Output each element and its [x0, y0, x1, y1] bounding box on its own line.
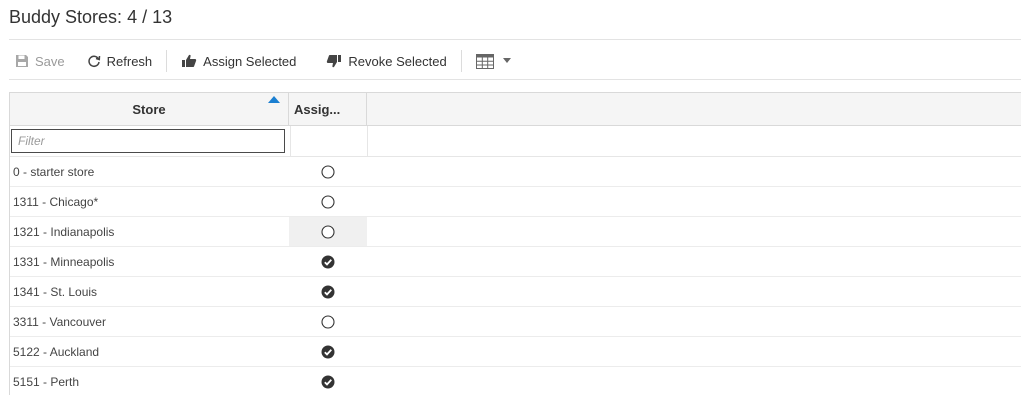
empty-circle-icon [321, 224, 335, 239]
caret-down-icon [502, 58, 511, 63]
refresh-button[interactable]: Refresh [81, 48, 159, 74]
store-filter-input[interactable] [11, 129, 285, 153]
table-row[interactable]: 1311 - Chicago* [10, 187, 1021, 217]
store-name-cell: 1321 - Indianapolis [13, 224, 115, 239]
assigned-toggle-cell[interactable] [289, 157, 367, 186]
store-name-cell: 1311 - Chicago* [13, 194, 99, 209]
column-header-store[interactable]: Store [10, 93, 289, 125]
assign-selected-button[interactable]: Assign Selected [175, 48, 302, 74]
filter-row [10, 126, 1021, 157]
table-row[interactable]: 5122 - Auckland [10, 337, 1021, 367]
check-circle-icon [321, 255, 335, 268]
grid-body: 0 - starter store 1311 - Chicago* 1321 - I… [10, 157, 1021, 395]
refresh-label: Refresh [106, 53, 153, 69]
column-header-assigned-label: Assig... [294, 101, 341, 117]
store-filter-cell [10, 126, 290, 156]
column-header-assigned[interactable]: Assig... [289, 93, 367, 125]
check-circle-icon [321, 375, 335, 388]
assigned-toggle-cell[interactable] [289, 217, 367, 246]
table-row[interactable]: 5151 - Perth [10, 367, 1021, 395]
store-grid: Store Assig... 0 - starter store 1311 - C… [9, 92, 1021, 395]
assigned-filter-cell [290, 126, 368, 156]
store-name-cell: 0 - starter store [13, 164, 95, 179]
table-row[interactable]: 1321 - Indianapolis [10, 217, 1021, 247]
column-header-store-label: Store [132, 101, 166, 117]
store-name-cell: 5151 - Perth [13, 374, 80, 389]
assigned-toggle-cell[interactable] [289, 247, 367, 276]
page-title: Buddy Stores: 4 / 13 [9, 7, 173, 27]
assigned-toggle-cell[interactable] [289, 277, 367, 306]
empty-circle-icon [321, 194, 335, 209]
check-circle-icon [321, 285, 335, 298]
empty-circle-icon [321, 314, 335, 329]
toolbar-divider [9, 79, 1021, 80]
table-row[interactable]: 3311 - Vancouver [10, 307, 1021, 337]
save-button[interactable]: Save [9, 48, 71, 74]
table-row[interactable]: 1331 - Minneapolis [10, 247, 1021, 277]
table-row[interactable]: 0 - starter store [10, 157, 1021, 187]
toolbar-separator [460, 50, 462, 72]
assigned-toggle-cell[interactable] [289, 367, 367, 395]
store-name-cell: 1341 - St. Louis [13, 284, 98, 299]
store-name-cell: 5122 - Auckland [13, 344, 100, 359]
revoke-selected-label: Revoke Selected [348, 53, 447, 69]
column-chooser-icon [475, 53, 494, 69]
assigned-toggle-cell[interactable] [289, 337, 367, 366]
column-chooser-button[interactable] [470, 48, 524, 74]
thumbs-up-icon [182, 54, 197, 67]
toolbar: Save Refresh Assign Selected Revoke Sele… [9, 47, 1021, 75]
title-divider [9, 39, 1021, 40]
assigned-toggle-cell[interactable] [289, 307, 367, 336]
refresh-icon [88, 55, 100, 68]
toolbar-separator [166, 50, 168, 72]
assign-selected-label: Assign Selected [203, 53, 297, 69]
assigned-toggle-cell[interactable] [289, 187, 367, 216]
save-label: Save [35, 53, 65, 69]
sort-ascending-icon [268, 96, 280, 103]
thumbs-down-icon [327, 55, 342, 68]
empty-circle-icon [321, 164, 335, 179]
store-name-cell: 3311 - Vancouver [13, 314, 106, 329]
table-row[interactable]: 1341 - St. Louis [10, 277, 1021, 307]
grid-header: Store Assig... [10, 93, 1021, 126]
check-circle-icon [321, 345, 335, 358]
floppy-icon [16, 55, 28, 67]
revoke-selected-button[interactable]: Revoke Selected [320, 48, 452, 74]
store-name-cell: 1331 - Minneapolis [13, 254, 115, 269]
